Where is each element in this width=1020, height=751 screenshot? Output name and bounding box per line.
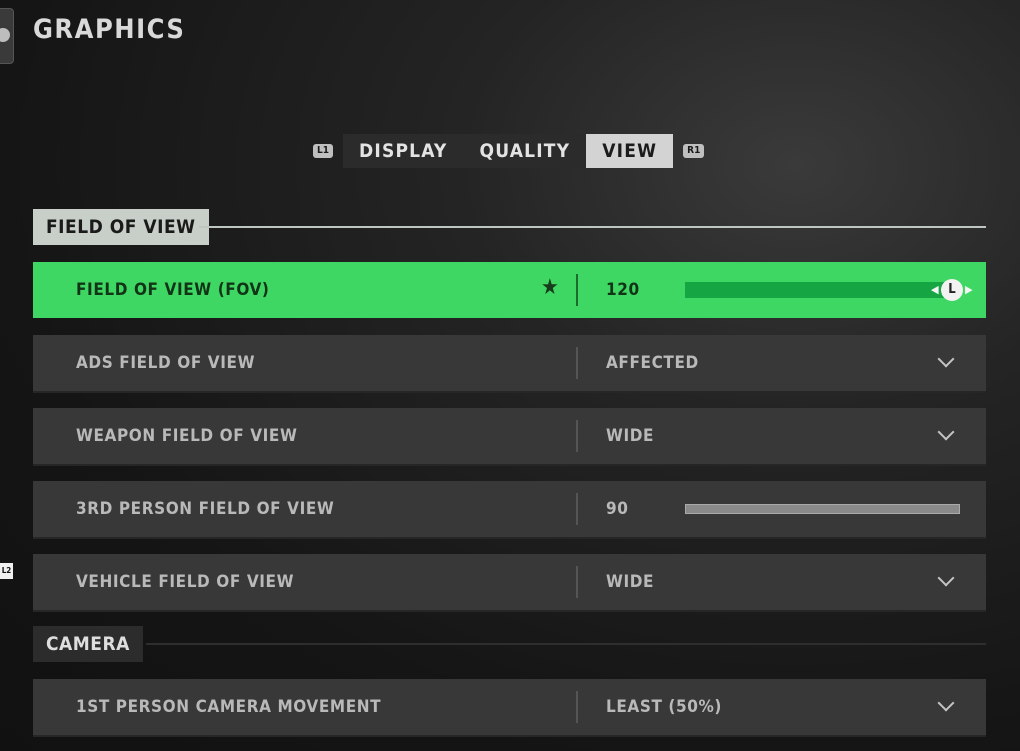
setting-value: 120 <box>606 280 640 300</box>
row-divider <box>576 274 578 306</box>
section-divider <box>199 226 986 228</box>
back-icon <box>0 28 10 42</box>
setting-value: LEAST (50%) <box>606 697 722 717</box>
star-icon[interactable]: ★ <box>541 275 559 300</box>
row-divider <box>576 347 578 379</box>
tab-quality[interactable]: QUALITY <box>463 134 586 168</box>
tab-display[interactable]: DISPLAY <box>343 134 463 168</box>
section-header-field-of-view: FIELD OF VIEW <box>33 209 209 245</box>
setting-label: 1ST PERSON CAMERA MOVEMENT <box>76 697 382 717</box>
setting-label: WEAPON FIELD OF VIEW <box>76 426 298 446</box>
setting-value: WIDE <box>606 572 655 592</box>
row-divider <box>576 566 578 598</box>
slider-right-arrow-icon: ▶ <box>965 283 973 296</box>
setting-value: AFFECTED <box>606 353 699 373</box>
setting-label: 3RD PERSON FIELD OF VIEW <box>76 499 335 519</box>
tab-view[interactable]: VIEW <box>586 134 674 168</box>
row-divider <box>576 691 578 723</box>
tab-bar: L1 DISPLAY QUALITY VIEW R1 <box>313 134 705 168</box>
setting-value: WIDE <box>606 426 655 446</box>
row-divider <box>576 493 578 525</box>
chevron-down-icon[interactable] <box>937 350 955 368</box>
l2-prompt-icon[interactable]: L2 <box>0 563 13 579</box>
setting-label: VEHICLE FIELD OF VIEW <box>76 572 295 592</box>
setting-row-vehicle-fov[interactable]: VEHICLE FIELD OF VIEW WIDE <box>33 554 986 612</box>
setting-row-ads-fov[interactable]: ADS FIELD OF VIEW AFFECTED <box>33 335 986 393</box>
section-title: CAMERA <box>33 626 143 662</box>
third-person-fov-slider[interactable] <box>685 504 960 514</box>
setting-value: 90 <box>606 499 629 519</box>
back-button[interactable] <box>0 8 14 64</box>
chevron-down-icon[interactable] <box>937 694 955 712</box>
r1-bumper-icon[interactable]: R1 <box>683 144 705 158</box>
setting-label: FIELD OF VIEW (FOV) <box>76 280 270 300</box>
setting-row-fov[interactable]: FIELD OF VIEW (FOV) ★ 120 ◀ L ▶ <box>33 262 986 318</box>
slider-left-arrow-icon: ◀ <box>931 283 939 296</box>
chevron-down-icon[interactable] <box>937 569 955 587</box>
section-divider <box>146 643 986 645</box>
setting-row-1st-person-camera-movement[interactable]: 1ST PERSON CAMERA MOVEMENT LEAST (50%) <box>33 679 986 737</box>
section-title: FIELD OF VIEW <box>33 209 209 245</box>
slider-knob[interactable]: L <box>941 279 963 301</box>
setting-row-3rd-person-fov[interactable]: 3RD PERSON FIELD OF VIEW 90 <box>33 481 986 539</box>
chevron-down-icon[interactable] <box>937 423 955 441</box>
slider-fill <box>685 282 953 298</box>
section-header-camera: CAMERA <box>33 626 143 662</box>
setting-row-weapon-fov[interactable]: WEAPON FIELD OF VIEW WIDE <box>33 408 986 466</box>
row-divider <box>576 420 578 452</box>
setting-label: ADS FIELD OF VIEW <box>76 353 256 373</box>
page-title: GRAPHICS <box>33 14 186 45</box>
l1-bumper-icon[interactable]: L1 <box>313 144 333 158</box>
fov-slider[interactable] <box>685 282 953 298</box>
